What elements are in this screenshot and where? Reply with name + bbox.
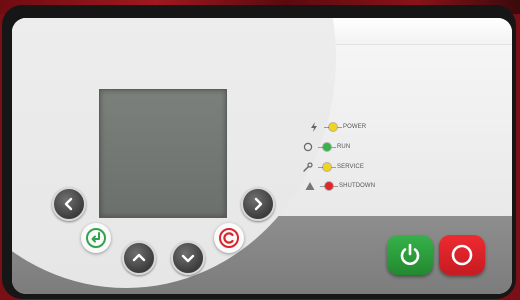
lcd-display: [99, 89, 227, 218]
cancel-c-icon: [219, 228, 239, 248]
indicator-connector: [333, 185, 338, 187]
warning-triangle-icon: [304, 180, 316, 192]
indicator-power: POWER: [308, 120, 366, 134]
indicator-shutdown: SHUTDOWN: [304, 179, 375, 193]
shutdown-label: SHUTDOWN: [339, 183, 376, 189]
shutdown-led: [325, 182, 333, 190]
lightning-icon: [308, 121, 320, 133]
right-key[interactable]: [241, 187, 275, 221]
chevron-left-icon: [64, 197, 73, 211]
chevron-right-icon: [254, 197, 263, 211]
stop-ring-icon: [451, 244, 473, 266]
cancel-key[interactable]: [214, 223, 244, 253]
power-label: POWER: [343, 124, 367, 130]
service-led: [323, 163, 331, 171]
stop-button[interactable]: [439, 235, 485, 275]
controller-bezel: POWER RUN SERVICE SHUTDOWN: [2, 5, 516, 299]
enter-key[interactable]: [81, 223, 111, 253]
indicator-service: SERVICE: [302, 160, 364, 174]
chevron-down-icon: [181, 254, 195, 263]
run-led: [323, 143, 331, 151]
ring-icon: [302, 141, 314, 153]
service-label: SERVICE: [337, 164, 364, 170]
control-panel: POWER RUN SERVICE SHUTDOWN: [12, 18, 512, 294]
chevron-up-icon: [132, 253, 146, 262]
start-button[interactable]: [387, 235, 433, 275]
enter-icon: [86, 228, 106, 248]
power-led: [329, 123, 337, 131]
indicator-run: RUN: [302, 140, 350, 154]
power-icon: [400, 243, 420, 265]
left-key[interactable]: [52, 187, 86, 221]
wrench-icon: [302, 161, 314, 173]
indicator-connector: [331, 166, 336, 168]
indicator-connector: [337, 126, 342, 128]
run-label: RUN: [337, 144, 351, 150]
indicator-connector: [331, 146, 336, 148]
up-key[interactable]: [122, 241, 156, 275]
down-key[interactable]: [171, 241, 205, 275]
